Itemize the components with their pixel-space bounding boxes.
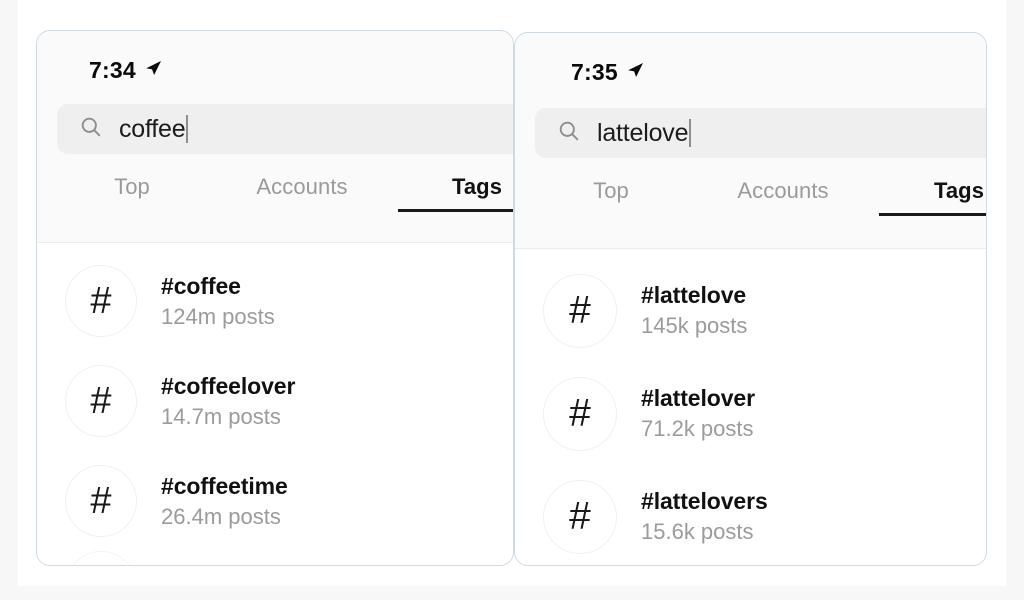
- tag-post-count: 124m posts: [161, 303, 275, 329]
- tag-name: #lattelovers: [641, 488, 768, 514]
- location-arrow-icon: [143, 58, 163, 83]
- text-caret: [186, 115, 189, 143]
- list-item[interactable]: # #lattelovers 15.6k posts: [515, 465, 986, 565]
- location-arrow-icon: [625, 60, 645, 85]
- panel-header: 7:35 lattelove Top Accounts Tags: [515, 33, 986, 249]
- hashtag-icon: #: [65, 265, 137, 337]
- list-item[interactable]: # #coffee 124m posts: [37, 251, 513, 351]
- tag-name: #lattelove: [641, 282, 747, 308]
- hashtag-icon: [65, 551, 137, 565]
- tag-name: #coffeetime: [161, 472, 288, 499]
- list-item[interactable]: # #coffeetime 26.4m posts: [37, 451, 513, 551]
- tab-accounts[interactable]: Accounts: [687, 178, 879, 216]
- tag-results-list: # #lattelove 145k posts # #lattelover 71…: [515, 249, 986, 565]
- status-time: 7:34: [89, 57, 136, 83]
- text-caret: [689, 119, 692, 147]
- list-item-text: #coffee 124m posts: [161, 273, 275, 330]
- list-item[interactable]: # #coffeelover 14.7m posts: [37, 351, 513, 451]
- screenshot-stage: 7:34 coffee Top Accounts Tags # #coffee …: [0, 0, 1024, 600]
- list-item-text: #lattelove 145k posts: [641, 282, 747, 339]
- hashtag-icon: #: [65, 465, 137, 537]
- tab-tags[interactable]: Tags: [397, 174, 513, 212]
- search-icon: [79, 115, 103, 144]
- status-bar: 7:35: [515, 33, 986, 86]
- tag-post-count: 26.4m posts: [161, 503, 281, 529]
- search-input[interactable]: lattelove: [535, 108, 986, 158]
- tab-bar: Top Accounts Tags: [57, 154, 513, 212]
- list-item[interactable]: # #lattelover 71.2k posts: [515, 362, 986, 465]
- hashtag-icon: #: [543, 479, 617, 554]
- tag-post-count: 15.6k posts: [641, 519, 754, 544]
- status-time: 7:35: [571, 59, 618, 85]
- tag-post-count: 145k posts: [641, 313, 748, 338]
- tag-post-count: 14.7m posts: [161, 403, 281, 429]
- list-item-text: #coffeetime 26.4m posts: [161, 473, 288, 530]
- list-item-partial[interactable]: [37, 551, 513, 565]
- list-item-text: #lattelover 71.2k posts: [641, 385, 755, 442]
- panel-header: 7:34 coffee Top Accounts Tags: [37, 31, 513, 243]
- status-bar: 7:34: [37, 31, 513, 84]
- tab-bar: Top Accounts Tags: [535, 158, 986, 216]
- active-tab-underline: [879, 213, 986, 216]
- list-item-text: #lattelovers 15.6k posts: [641, 488, 768, 545]
- lattelove-search-panel: 7:35 lattelove Top Accounts Tags # #latt…: [514, 32, 987, 566]
- tag-results-list: # #coffee 124m posts # #coffeelover 14.7…: [37, 243, 513, 565]
- tab-accounts[interactable]: Accounts: [207, 174, 397, 212]
- hashtag-icon: #: [543, 273, 617, 348]
- tab-top[interactable]: Top: [57, 174, 207, 212]
- tag-post-count: 71.2k posts: [641, 416, 754, 441]
- list-item[interactable]: # #lattelove 145k posts: [515, 259, 986, 362]
- hashtag-icon: #: [543, 376, 617, 451]
- search-icon: [557, 119, 581, 148]
- coffee-search-panel: 7:34 coffee Top Accounts Tags # #coffee …: [36, 30, 514, 566]
- tag-name: #coffee: [161, 272, 241, 299]
- tab-top[interactable]: Top: [535, 178, 687, 216]
- tab-tags[interactable]: Tags: [879, 178, 986, 216]
- tag-name: #lattelover: [641, 385, 755, 411]
- search-input-value: lattelove: [597, 118, 689, 147]
- list-item-text: #coffeelover 14.7m posts: [161, 373, 295, 430]
- search-input-value: coffee: [119, 114, 186, 143]
- active-tab-underline: [398, 209, 513, 212]
- search-input[interactable]: coffee: [57, 104, 513, 154]
- hashtag-icon: #: [65, 365, 137, 437]
- tag-name: #coffeelover: [161, 372, 296, 399]
